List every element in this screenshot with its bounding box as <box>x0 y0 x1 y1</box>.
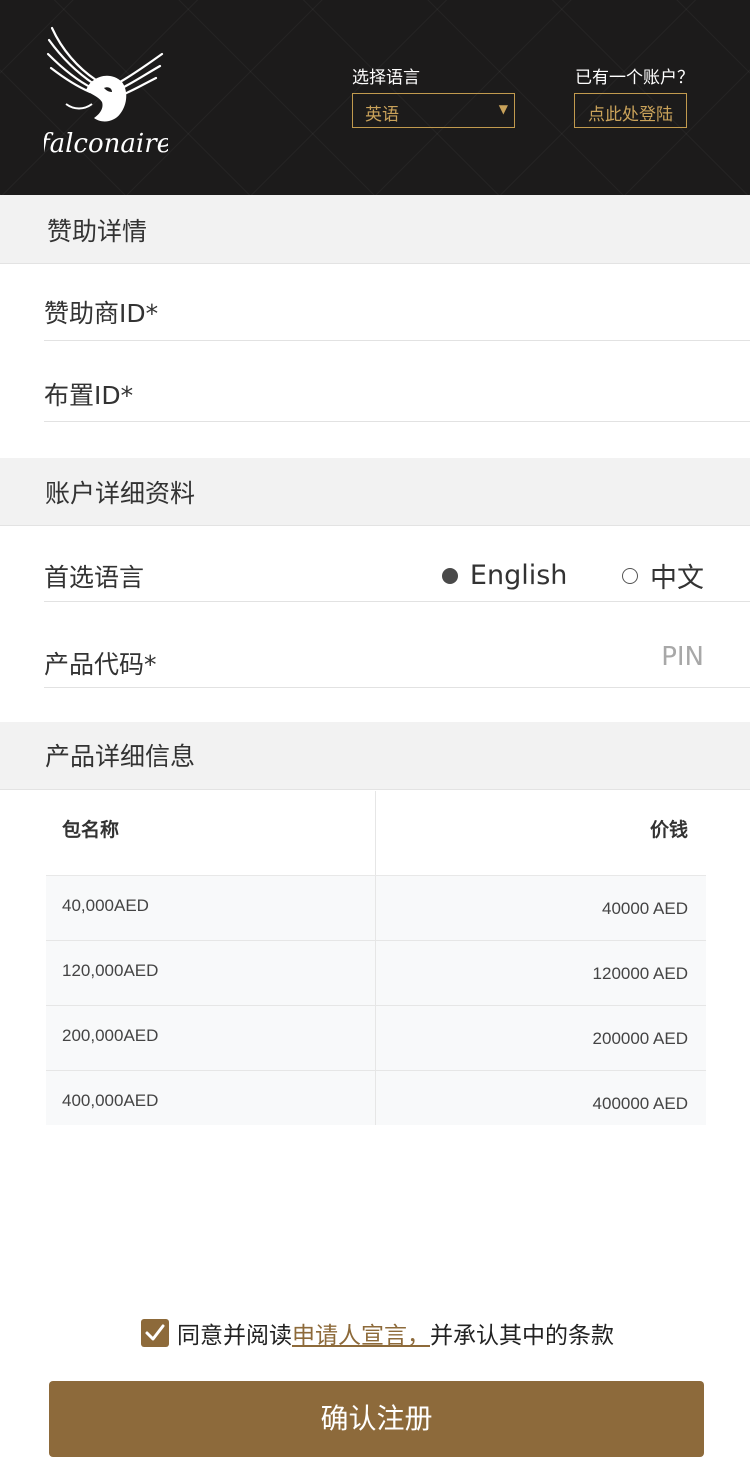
package-price: 400000 AED <box>592 1094 688 1113</box>
product-section-title: 产品详细信息 <box>45 742 196 771</box>
table-header-row: 包名称 价钱 <box>46 791 706 876</box>
table-cell: 400000 AED <box>376 1071 706 1125</box>
sponsor-section-title: 赞助详情 <box>47 217 148 246</box>
account-section-title: 账户详细资料 <box>45 479 196 508</box>
product-code-label: 产品代码* <box>44 650 157 679</box>
table-header-cell: 包名称 <box>46 791 376 875</box>
table-row[interactable]: 40,000AED 40000 AED <box>46 876 706 941</box>
agreement-checkbox[interactable] <box>141 1319 169 1347</box>
radio-english[interactable]: English <box>441 560 568 591</box>
table-cell: 40000 AED <box>376 876 706 940</box>
package-name: 120,000AED <box>62 961 159 980</box>
svg-text:falconaire: falconaire <box>44 129 168 159</box>
dropdown-arrow-icon: ▼ <box>498 102 508 116</box>
language-selected-value: 英语 <box>365 105 399 125</box>
agreement-row: 同意并阅读 申请人宣言， 并承认其中的条款 <box>141 1316 614 1350</box>
package-name: 400,000AED <box>62 1091 159 1110</box>
login-button[interactable]: 点此处登陆 <box>574 93 687 128</box>
applicant-declaration-link[interactable]: 申请人宣言， <box>292 1316 430 1350</box>
checkmark-icon <box>145 1324 165 1341</box>
placement-id-label: 布置ID* <box>44 381 134 410</box>
preferred-language-field: 首选语言 English 中文 <box>44 526 750 602</box>
table-cell: 120,000AED <box>46 941 376 1005</box>
account-prompt: 已有一个账户？ <box>575 68 694 88</box>
sponsor-section-header: 赞助详情 <box>0 195 750 264</box>
table-cell: 400,000AED <box>46 1071 376 1125</box>
package-price: 120000 AED <box>592 964 688 983</box>
column-header-price: 价钱 <box>649 819 688 841</box>
table-cell: 120000 AED <box>376 941 706 1005</box>
package-price: 200000 AED <box>592 1029 688 1048</box>
table-cell: 200000 AED <box>376 1006 706 1070</box>
language-select[interactable]: 英语 ▼ <box>352 93 515 128</box>
package-price: 40000 AED <box>601 899 688 918</box>
product-section-header: 产品详细信息 <box>0 722 750 790</box>
table-row[interactable]: 120,000AED 120000 AED <box>46 941 706 1006</box>
radio-english-label: English <box>469 560 568 591</box>
placement-id-field[interactable]: 布置ID* <box>44 341 750 422</box>
radio-unselected-icon <box>622 567 638 584</box>
agreement-suffix: 并承认其中的条款 <box>430 1323 614 1349</box>
radio-selected-icon <box>441 567 458 584</box>
table-cell: 40,000AED <box>46 876 376 940</box>
language-radio-group: English 中文 <box>441 556 704 595</box>
agreement-prefix: 同意并阅读 <box>177 1323 292 1349</box>
table-row[interactable]: 400,000AED 400000 AED <box>46 1071 706 1125</box>
table-row[interactable]: 200,000AED 200000 AED <box>46 1006 706 1071</box>
product-code-field: 产品代码* <box>44 602 750 688</box>
table-cell: 200,000AED <box>46 1006 376 1070</box>
column-header-name: 包名称 <box>62 819 120 841</box>
sponsor-id-label: 赞助商ID* <box>44 299 159 328</box>
package-table: 包名称 价钱 40,000AED 40000 AED 120,000AED 12… <box>46 791 706 1125</box>
sponsor-id-field[interactable]: 赞助商ID* <box>44 264 750 341</box>
radio-chinese[interactable]: 中文 <box>622 556 704 595</box>
radio-chinese-label: 中文 <box>650 563 704 594</box>
falcon-logo: falconaire <box>44 26 168 159</box>
header: falconaire 选择语言 英语 ▼ 已有一个账户？ 点此处登陆 <box>0 0 750 195</box>
language-label: 选择语言 <box>352 68 420 88</box>
table-header-cell: 价钱 <box>376 791 706 875</box>
confirm-register-button[interactable]: 确认注册 <box>49 1381 704 1457</box>
package-name: 40,000AED <box>62 896 149 915</box>
package-name: 200,000AED <box>62 1026 159 1045</box>
preferred-language-label: 首选语言 <box>44 563 145 592</box>
account-section-header: 账户详细资料 <box>0 458 750 526</box>
product-code-input[interactable] <box>504 642 704 672</box>
